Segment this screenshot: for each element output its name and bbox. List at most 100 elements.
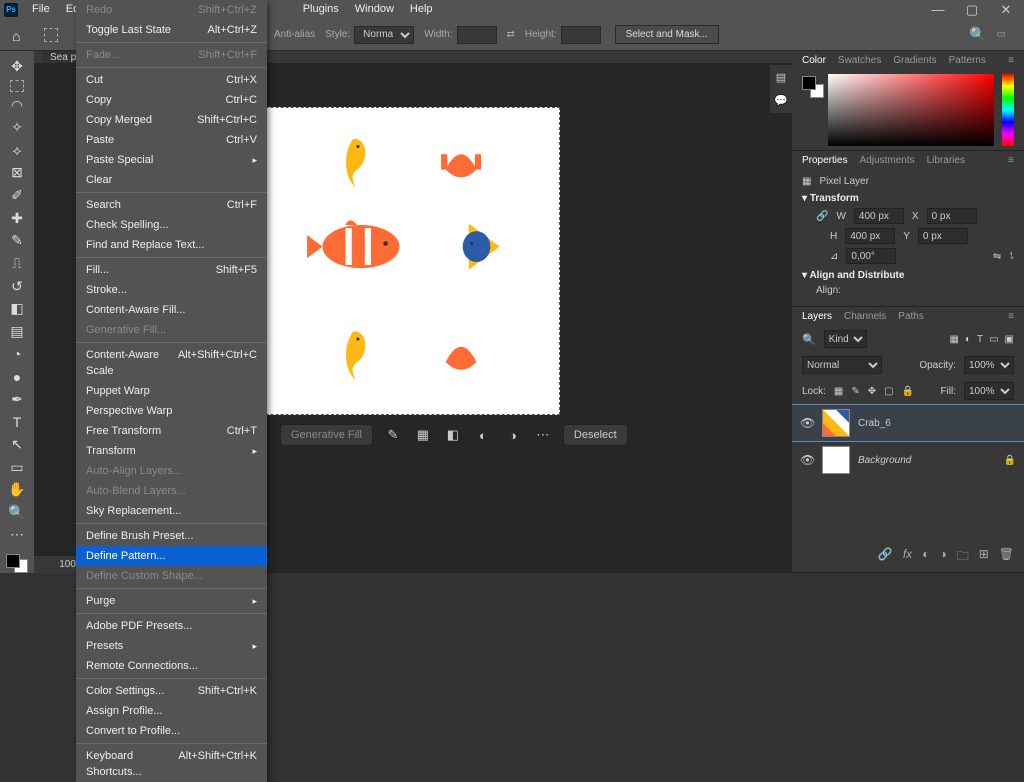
fx-icon[interactable]: fx [903,547,912,568]
menu-item-define-brush-preset-[interactable]: Define Brush Preset... [76,526,267,546]
fill-select[interactable]: 100% [964,382,1014,400]
brush-tool-icon[interactable]: ✎ [5,232,29,251]
ctx-more-icon[interactable]: ⋯ [533,427,553,443]
menu-item-keyboard-shortcuts-[interactable]: Keyboard Shortcuts...Alt+Shift+Ctrl+K [76,746,267,782]
dodge-tool-icon[interactable]: ● [5,367,29,386]
menu-item-free-transform[interactable]: Free TransformCtrl+T [76,421,267,441]
deselect-button[interactable]: Deselect [563,424,628,446]
filter-type-icon[interactable]: T [977,334,983,345]
eyedropper-tool-icon[interactable]: ✐ [5,186,29,205]
ctx-icon-3[interactable]: ◧ [443,427,463,443]
menu-item-puppet-warp[interactable]: Puppet Warp [76,381,267,401]
menu-item-remote-connections-[interactable]: Remote Connections... [76,656,267,676]
lock-lock-icon[interactable]: 🔒 [902,386,914,397]
menu-item-stroke-[interactable]: Stroke... [76,280,267,300]
menu-item-search[interactable]: SearchCtrl+F [76,195,267,215]
ctx-icon-2[interactable]: ▦ [413,427,433,443]
link-layers-icon[interactable]: 🔗 [878,547,893,568]
menu-plugins[interactable]: Plugins [295,0,347,19]
hue-slider[interactable] [1002,74,1014,146]
delete-icon[interactable]: 🗑 [999,547,1014,568]
flip-h-icon[interactable]: ⇋ [993,251,1001,262]
flip-v-icon[interactable]: ⥍ [1009,251,1014,262]
crop-tool-icon[interactable]: ⟡ [5,141,29,160]
maximize-icon[interactable]: ▢ [960,2,984,18]
lock-nest-icon[interactable]: ▢ [884,386,893,397]
workspace-icon[interactable]: ▭ [997,29,1006,40]
ctx-icon-1[interactable]: ✎ [383,427,403,443]
menu-item-convert-to-profile-[interactable]: Convert to Profile... [76,721,267,741]
tab-patterns[interactable]: Patterns [949,55,986,66]
align-header[interactable]: ▾ Align and Distribute [802,270,1014,281]
ctx-icon-5[interactable]: ◑ [503,428,523,443]
menu-item-define-pattern-[interactable]: Define Pattern... [76,546,267,566]
minimize-icon[interactable]: — [926,2,950,17]
menu-item-content-aware-scale[interactable]: Content-Aware ScaleAlt+Shift+Ctrl+C [76,345,267,381]
menu-item-color-settings-[interactable]: Color Settings...Shift+Ctrl+K [76,681,267,701]
filter-shape-icon[interactable]: ▭ [989,334,998,345]
lock-art-icon[interactable]: ✥ [868,386,876,397]
menu-item-toggle-last-state[interactable]: Toggle Last StateAlt+Ctrl+Z [76,20,267,40]
menu-item-transform[interactable]: Transform [76,441,267,461]
generative-fill-button[interactable]: Generative Fill [280,424,373,446]
panel-menu-icon[interactable]: ≡ [1008,155,1014,166]
home-icon[interactable]: ⌂ [12,28,28,42]
height-field[interactable] [561,26,601,44]
menu-item-paste[interactable]: PasteCtrl+V [76,130,267,150]
panel-strip-icon[interactable]: ▤ [776,71,786,84]
blur-tool-icon[interactable]: ◔ [5,345,29,364]
style-select[interactable]: Normal [354,26,414,44]
panel-menu-icon[interactable]: ≡ [1008,311,1014,322]
stamp-tool-icon[interactable]: ⎍ [5,254,29,273]
tab-properties[interactable]: Properties [802,155,848,166]
close-icon[interactable]: ✕ [994,2,1018,18]
tab-libraries[interactable]: Libraries [927,155,965,166]
menu-item-sky-replacement-[interactable]: Sky Replacement... [76,501,267,521]
type-tool-icon[interactable]: T [5,413,29,432]
menu-item-clear[interactable]: Clear [76,170,267,190]
visibility-icon[interactable]: 👁 [800,416,814,430]
link-wh-icon[interactable]: 🔗 [816,211,828,222]
zoom-tool-icon[interactable]: 🔍 [5,503,29,522]
menu-item-perspective-warp[interactable]: Perspective Warp [76,401,267,421]
menu-item-fill-[interactable]: Fill...Shift+F5 [76,260,267,280]
menu-item-paste-special[interactable]: Paste Special [76,150,267,170]
tab-swatches[interactable]: Swatches [838,55,881,66]
width-input[interactable] [854,208,904,224]
tab-channels[interactable]: Channels [844,311,886,322]
select-mask-button[interactable]: Select and Mask... [615,25,719,44]
tab-color[interactable]: Color [802,55,826,66]
layer-name[interactable]: Crab_6 [858,418,1016,429]
filter-adjust-icon[interactable]: ◐ [965,334,971,345]
x-input[interactable] [927,208,977,224]
menu-help[interactable]: Help [402,0,441,19]
new-layer-icon[interactable]: ⊞ [979,547,989,568]
menu-item-adobe-pdf-presets-[interactable]: Adobe PDF Presets... [76,616,267,636]
opacity-select[interactable]: 100% [964,356,1014,374]
frame-tool-icon[interactable]: ⊠ [5,164,29,183]
filter-smart-icon[interactable]: ▣ [1005,334,1014,345]
shape-tool-icon[interactable]: ▭ [5,458,29,477]
gradient-tool-icon[interactable]: ▤ [5,322,29,341]
history-brush-icon[interactable]: ↺ [5,277,29,296]
panel-menu-icon[interactable]: ≡ [1008,55,1014,66]
tab-adjustments[interactable]: Adjustments [860,155,915,166]
visibility-icon[interactable]: 👁 [800,453,814,467]
pen-tool-icon[interactable]: ✒ [5,390,29,409]
search-icon[interactable]: 🔍 [969,26,986,43]
menu-item-find-and-replace-text-[interactable]: Find and Replace Text... [76,235,267,255]
blend-mode-select[interactable]: Normal [802,356,882,374]
more-tools-icon[interactable]: ⋯ [5,526,29,545]
hand-tool-icon[interactable]: ✋ [5,480,29,499]
menu-item-check-spelling-[interactable]: Check Spelling... [76,215,267,235]
wand-tool-icon[interactable]: ✧ [5,118,29,137]
color-picker[interactable] [828,74,994,146]
color-swatch-mini[interactable] [802,76,824,98]
menu-file[interactable]: File [24,0,58,19]
menu-item-presets[interactable]: Presets [76,636,267,656]
menu-item-copy-merged[interactable]: Copy MergedShift+Ctrl+C [76,110,267,130]
layer-thumbnail[interactable] [822,446,850,474]
transform-header[interactable]: ▾ Transform [802,193,1014,204]
layer-row[interactable]: 👁 Background 🔒 [792,442,1024,478]
move-tool-icon[interactable]: ✥ [5,57,29,76]
